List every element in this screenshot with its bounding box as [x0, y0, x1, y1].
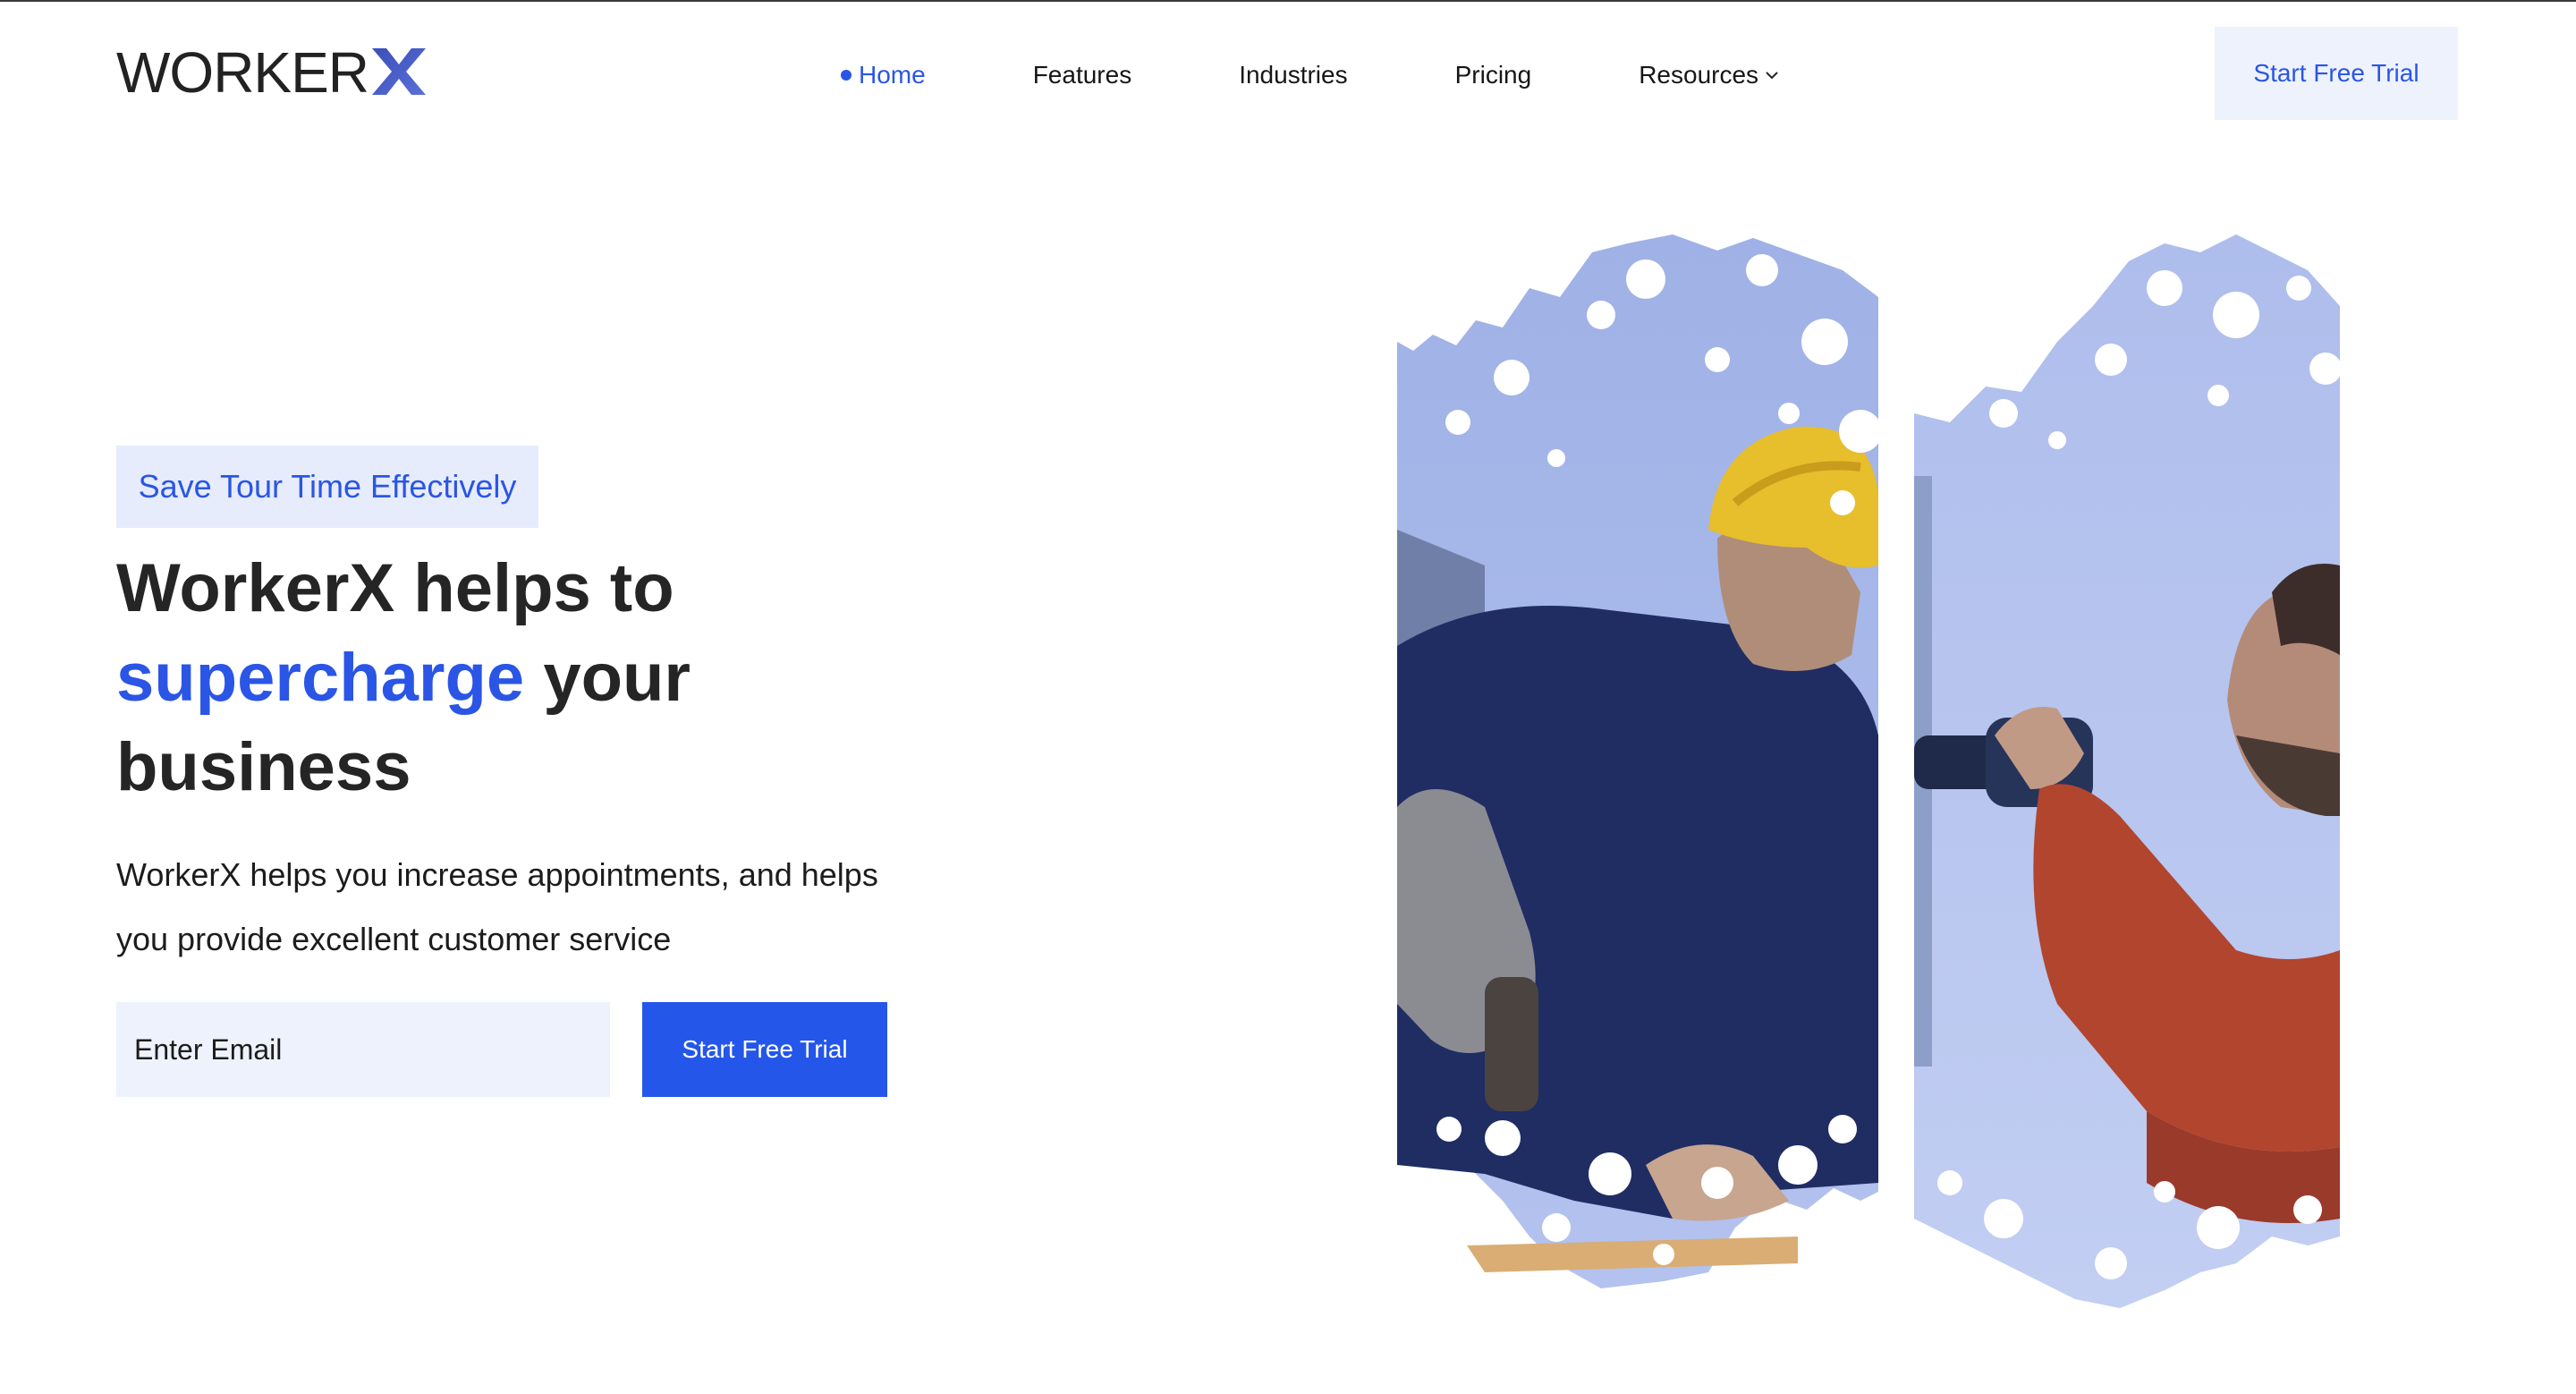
hero-headline: WorkerX helps to supercharge your busine…: [116, 544, 921, 812]
nav-label-resources: Resources: [1639, 61, 1759, 89]
nav-label-features: Features: [1032, 61, 1132, 89]
chevron-down-icon: [1766, 72, 1778, 80]
hero-illustration: [1397, 234, 2342, 1308]
nav-item-industries[interactable]: Industries: [1239, 57, 1347, 93]
nav-label-home: Home: [859, 61, 926, 89]
hero-subtext: WorkerX helps you increase appointments,…: [116, 856, 878, 957]
headline-accent: supercharge: [116, 640, 525, 716]
start-free-trial-button[interactable]: Start Free Trial: [642, 1002, 887, 1097]
site-header: WORKER Home Features Industries Pricing: [0, 2, 2576, 145]
x-logo-icon: [372, 48, 426, 95]
logo-wordmark: WORKER: [116, 40, 369, 105]
main-nav: Home Features Industries Pricing Resourc…: [841, 57, 1780, 93]
nav-item-resources[interactable]: Resources: [1639, 57, 1780, 93]
worker-photo-left: [1397, 234, 1882, 1288]
hero-badge: Save Tour Time Effectively: [116, 446, 538, 528]
headline-line-1: WorkerX helps to: [116, 550, 674, 626]
workerx-logo[interactable]: WORKER: [116, 40, 426, 105]
email-input[interactable]: [116, 1002, 610, 1097]
nav-item-pricing[interactable]: Pricing: [1455, 57, 1532, 93]
nav-label-industries: Industries: [1239, 61, 1348, 89]
headline-line-3: business: [116, 729, 411, 805]
nav-item-features[interactable]: Features: [1033, 57, 1132, 93]
headline-line-2: your: [543, 640, 691, 716]
nav-active-dot-icon: [841, 70, 852, 81]
start-free-trial-header-button[interactable]: Start Free Trial: [2215, 27, 2458, 120]
nav-label-pricing: Pricing: [1454, 61, 1532, 89]
worker-photo-right: [1914, 234, 2342, 1308]
nav-item-home[interactable]: Home: [841, 57, 926, 93]
